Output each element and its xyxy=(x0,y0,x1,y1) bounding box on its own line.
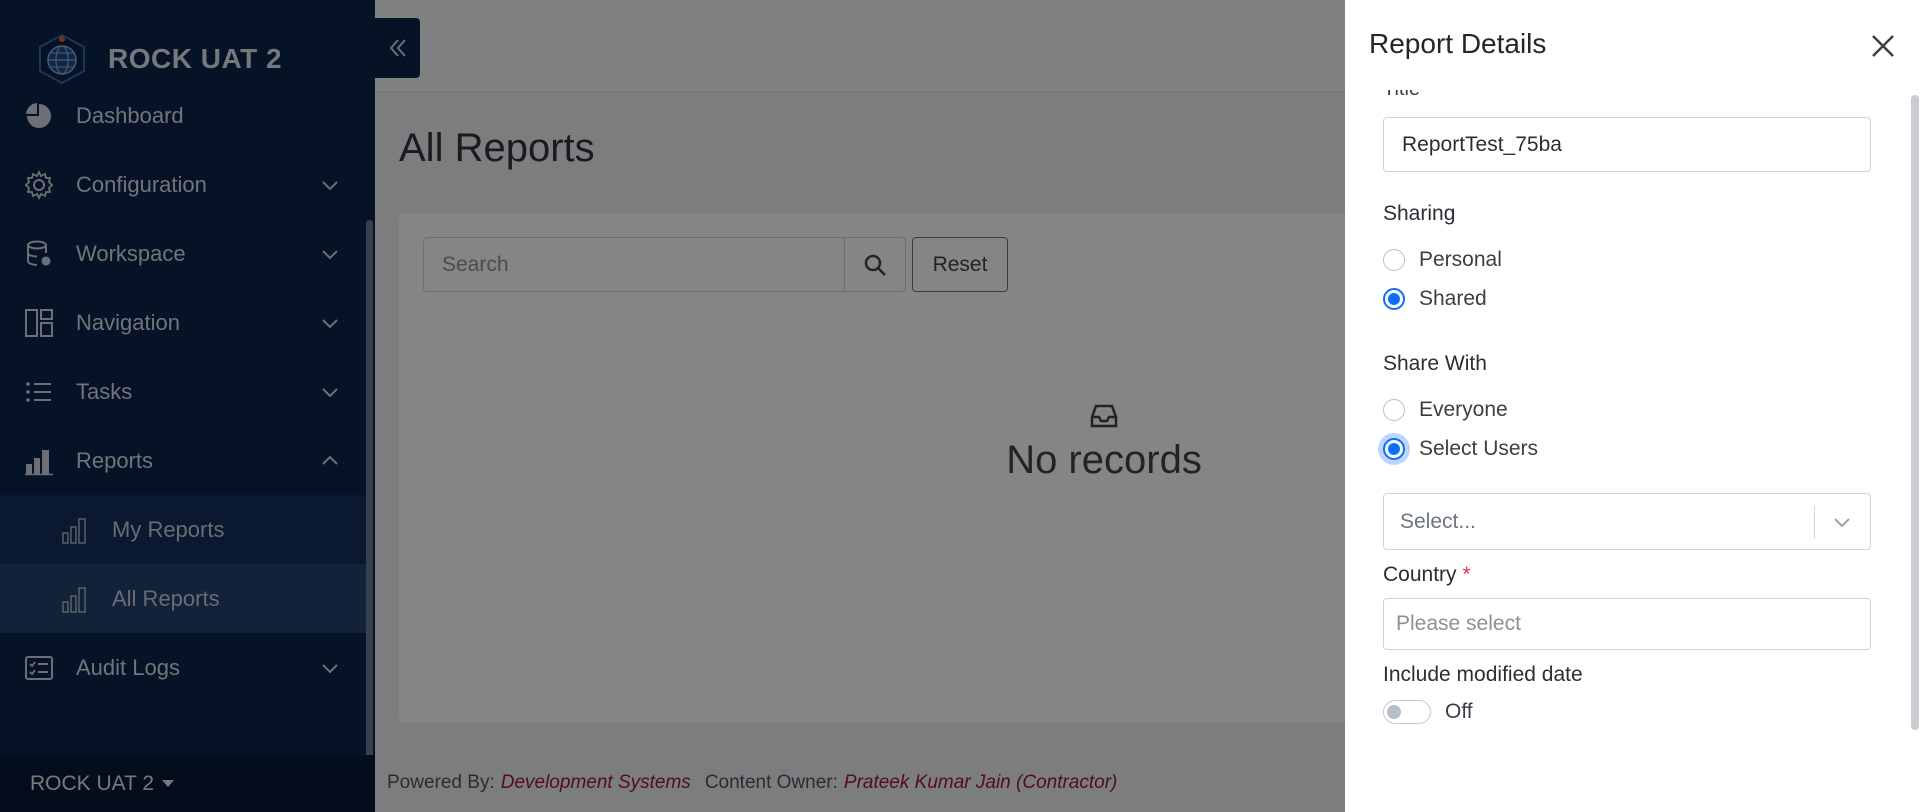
drawer-body: Title ReportTest_75ba Sharing Personal S… xyxy=(1345,90,1920,812)
sharing-label: Sharing xyxy=(1383,202,1456,225)
radio-label: Shared xyxy=(1419,287,1487,310)
share-with-label: Share With xyxy=(1383,352,1487,375)
radio-label: Select Users xyxy=(1419,437,1539,460)
country-label-text: Country xyxy=(1383,563,1457,586)
radio-button[interactable] xyxy=(1383,249,1405,271)
radio-button[interactable] xyxy=(1383,288,1405,310)
required-marker: * xyxy=(1462,563,1471,586)
toggle-switch[interactable] xyxy=(1383,700,1431,724)
modified-date-label: Include modified date xyxy=(1383,663,1583,686)
title-input[interactable]: ReportTest_75ba xyxy=(1383,117,1871,172)
users-select-placeholder: Select... xyxy=(1400,509,1476,533)
country-select[interactable]: Please select xyxy=(1383,598,1871,650)
chevron-down-icon[interactable] xyxy=(1832,514,1852,530)
sharing-option-shared[interactable]: Shared xyxy=(1383,287,1487,311)
select-separator xyxy=(1814,506,1815,539)
radio-label: Personal xyxy=(1419,248,1502,271)
toggle-state: Off xyxy=(1445,700,1473,723)
users-select[interactable]: Select... xyxy=(1383,493,1871,550)
report-details-drawer: Report Details Title ReportTest_75ba Sha… xyxy=(1345,0,1920,812)
drawer-scrollbar[interactable] xyxy=(1911,95,1919,730)
modified-date-toggle[interactable]: Off xyxy=(1383,700,1473,724)
radio-button[interactable] xyxy=(1383,438,1405,460)
close-icon[interactable] xyxy=(1865,28,1901,64)
share-with-option-everyone[interactable]: Everyone xyxy=(1383,398,1508,422)
radio-label: Everyone xyxy=(1419,398,1508,421)
share-with-option-select-users[interactable]: Select Users xyxy=(1383,437,1538,461)
drawer-title: Report Details xyxy=(1369,28,1547,59)
country-label: Country * xyxy=(1383,563,1471,587)
modal-backdrop[interactable] xyxy=(0,0,1345,812)
radio-button[interactable] xyxy=(1383,399,1405,421)
title-field-label: Title xyxy=(1383,90,1420,101)
sharing-option-personal[interactable]: Personal xyxy=(1383,248,1502,272)
